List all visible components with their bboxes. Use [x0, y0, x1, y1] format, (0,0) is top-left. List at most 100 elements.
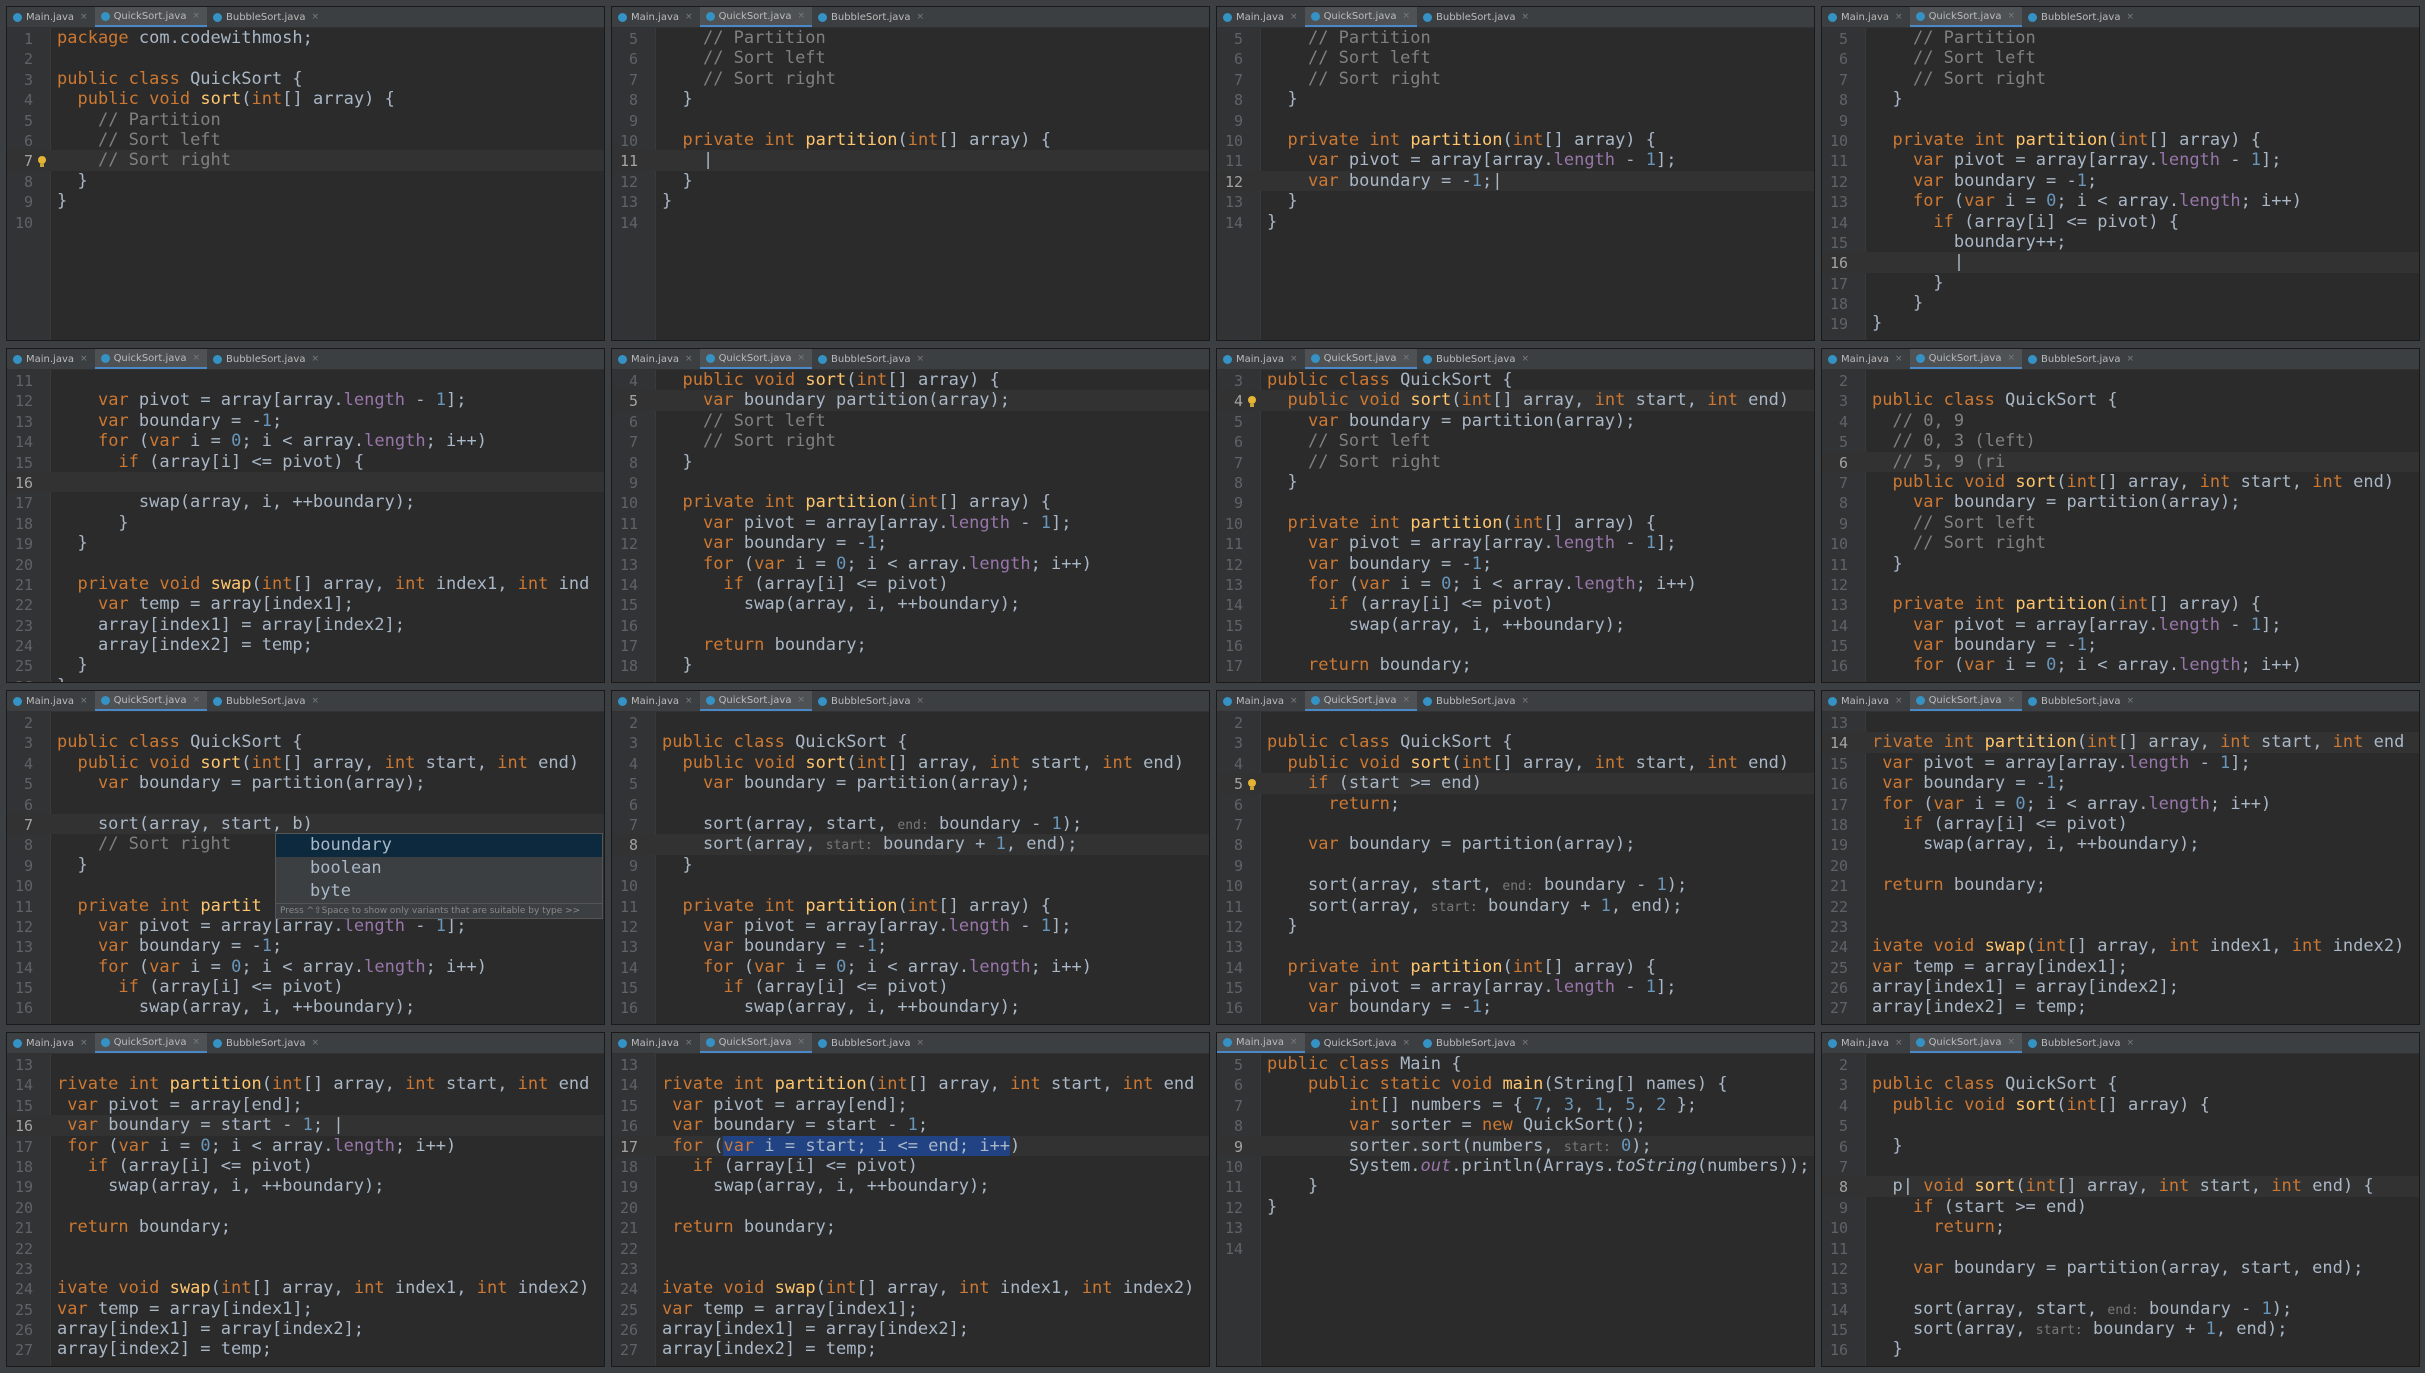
- close-icon[interactable]: ×: [1402, 11, 1410, 21]
- tab-bubblesort[interactable]: BubbleSort.java ×: [2022, 7, 2141, 27]
- close-icon[interactable]: ×: [2007, 695, 2015, 705]
- code-line[interactable]: 17 for (var i = 0; i < array.length; i++…: [7, 1136, 604, 1156]
- code-line[interactable]: 19 }: [7, 533, 604, 553]
- code-line[interactable]: 5 // 0, 3 (left): [1822, 431, 2419, 451]
- tab-main[interactable]: Main.java ×: [7, 691, 95, 711]
- code-line[interactable]: 14 for (var i = 0; i < array.length; i++…: [7, 957, 604, 977]
- code-line[interactable]: 5 var boundary partition(array);: [612, 390, 1209, 411]
- code-line[interactable]: 11 var pivot = array[array.length - 1];: [1822, 150, 2419, 170]
- code-line[interactable]: 21 return boundary;: [612, 1217, 1209, 1237]
- close-icon[interactable]: ×: [192, 1037, 200, 1047]
- close-icon[interactable]: ×: [2126, 12, 2134, 22]
- code-line[interactable]: 6 // Sort left: [1217, 48, 1814, 68]
- code-line[interactable]: 23: [1822, 916, 2419, 936]
- code-editor[interactable]: 4 public void sort(int[] array) {5 var b…: [612, 370, 1209, 682]
- code-line[interactable]: 7 // Sort right: [1217, 69, 1814, 89]
- tab-bubblesort[interactable]: BubbleSort.java ×: [2022, 691, 2141, 711]
- tab-quicksort[interactable]: QuickSort.java ×: [1909, 1033, 2023, 1053]
- code-line[interactable]: 3 public class QuickSort {: [7, 732, 604, 752]
- autocomplete-item[interactable]: boolean: [276, 857, 602, 880]
- close-icon[interactable]: ×: [685, 354, 693, 364]
- tab-bubblesort[interactable]: BubbleSort.java ×: [812, 1033, 931, 1053]
- code-line[interactable]: 11 var pivot = array[array.length - 1];: [1217, 150, 1814, 170]
- code-line[interactable]: 4 public void sort(int[] array) {: [612, 370, 1209, 390]
- close-icon[interactable]: ×: [2007, 1037, 2015, 1047]
- code-line[interactable]: 12 var pivot = array[array.length - 1];: [612, 916, 1209, 936]
- code-line[interactable]: 5 var boundary = partition(array);: [612, 773, 1209, 793]
- code-line[interactable]: 15 var pivot = array[array.length - 1];: [1822, 753, 2419, 773]
- code-line[interactable]: 7: [1822, 1156, 2419, 1176]
- code-line[interactable]: 16 var boundary = start - 1;: [612, 1115, 1209, 1135]
- code-line[interactable]: 8 }: [7, 171, 604, 191]
- code-line[interactable]: 5 var boundary = partition(array);: [7, 773, 604, 793]
- code-line[interactable]: 9 // Sort left: [1822, 513, 2419, 533]
- code-line[interactable]: 15 if (array[i] <= pivot) {: [7, 452, 604, 472]
- close-icon[interactable]: ×: [80, 354, 88, 364]
- close-icon[interactable]: ×: [311, 696, 319, 706]
- code-line[interactable]: 11 }: [1217, 1176, 1814, 1196]
- code-line[interactable]: 8 sort(array, start: boundary + 1, end);: [612, 834, 1209, 855]
- tab-quicksort[interactable]: QuickSort.java ×: [1305, 1033, 1417, 1053]
- tab-quicksort[interactable]: QuickSort.java ×: [1304, 691, 1418, 711]
- code-line[interactable]: 18 if (array[i] <= pivot): [1822, 814, 2419, 834]
- code-line[interactable]: 7 int[] numbers = { 7, 3, 1, 5, 2 };: [1217, 1095, 1814, 1115]
- code-line[interactable]: 9: [1822, 110, 2419, 130]
- tab-bubblesort[interactable]: BubbleSort.java ×: [1417, 691, 1536, 711]
- tab-main[interactable]: Main.java ×: [7, 349, 95, 369]
- tab-main[interactable]: Main.java ×: [1822, 1033, 1910, 1053]
- close-icon[interactable]: ×: [311, 1038, 319, 1048]
- code-line[interactable]: 27 array[index2] = temp;: [7, 1339, 604, 1359]
- code-line[interactable]: 10 // Sort right: [1822, 533, 2419, 553]
- code-line[interactable]: 18 if (array[i] <= pivot): [612, 1156, 1209, 1176]
- code-line[interactable]: 22: [612, 1238, 1209, 1258]
- lightbulb-icon[interactable]: [1247, 776, 1257, 791]
- code-line[interactable]: 15 var pivot = array[array.length - 1];: [1217, 977, 1814, 997]
- code-line[interactable]: 4 public void sort(int[] array, int star…: [1217, 753, 1814, 773]
- code-line[interactable]: 9: [1217, 492, 1814, 512]
- code-line[interactable]: 25 var temp = array[index1];: [612, 1299, 1209, 1319]
- code-line[interactable]: 16 swap(array, i, ++boundary);: [7, 997, 604, 1017]
- code-line[interactable]: 3 public class QuickSort {: [1217, 732, 1814, 752]
- code-line[interactable]: 11 var pivot = array[array.length - 1];: [612, 513, 1209, 533]
- close-icon[interactable]: ×: [80, 696, 88, 706]
- code-line[interactable]: 27 array[index2] = temp;: [612, 1339, 1209, 1359]
- code-line[interactable]: 6 // Sort left: [1217, 431, 1814, 451]
- code-line[interactable]: 19 swap(array, i, ++boundary);: [612, 1176, 1209, 1196]
- code-line[interactable]: 16 |: [1822, 252, 2419, 273]
- code-line[interactable]: 12 var boundary = partition(array, start…: [1822, 1258, 2419, 1278]
- close-icon[interactable]: ×: [1895, 1038, 1903, 1048]
- code-line[interactable]: 8 p| void sort(int[] array, int start, i…: [1822, 1176, 2419, 1197]
- code-line[interactable]: 7 public void sort(int[] array, int star…: [1822, 472, 2419, 492]
- tab-main[interactable]: Main.java ×: [1822, 691, 1910, 711]
- code-line[interactable]: 2: [7, 48, 604, 68]
- code-line[interactable]: 4 public void sort(int[] array, int star…: [1217, 390, 1814, 411]
- code-line[interactable]: 15 if (array[i] <= pivot): [612, 977, 1209, 997]
- tab-bubblesort[interactable]: BubbleSort.java ×: [2022, 349, 2141, 369]
- tab-bubblesort[interactable]: BubbleSort.java ×: [1417, 7, 1536, 27]
- code-line[interactable]: 22: [1822, 896, 2419, 916]
- code-line[interactable]: 9 if (start >= end): [1822, 1197, 2419, 1217]
- tab-main[interactable]: Main.java ×: [1822, 349, 1910, 369]
- code-line[interactable]: 19 swap(array, i, ++boundary);: [1822, 834, 2419, 854]
- code-line[interactable]: 23: [612, 1258, 1209, 1278]
- code-line[interactable]: 13 var boundary = -1;: [7, 936, 604, 956]
- code-line[interactable]: 11 private int partition(int[] array) {: [612, 896, 1209, 916]
- code-line[interactable]: 15 boundary++;: [1822, 232, 2419, 252]
- tab-quicksort[interactable]: QuickSort.java ×: [699, 1033, 813, 1053]
- code-line[interactable]: 6 public static void main(String[] names…: [1217, 1074, 1814, 1094]
- code-editor[interactable]: 2 3 public class QuickSort {4 public void …: [1822, 1054, 2419, 1366]
- tab-quicksort[interactable]: QuickSort.java ×: [1304, 7, 1418, 27]
- tab-quicksort[interactable]: QuickSort.java ×: [699, 349, 813, 369]
- code-line[interactable]: 8 var sorter = new QuickSort();: [1217, 1115, 1814, 1135]
- code-line[interactable]: 26}: [7, 676, 604, 682]
- close-icon[interactable]: ×: [80, 12, 88, 22]
- code-line[interactable]: 22: [7, 1238, 604, 1258]
- code-line[interactable]: 5 public class Main {: [1217, 1054, 1814, 1074]
- code-line[interactable]: 13: [1217, 936, 1814, 956]
- code-line[interactable]: 10 private int partition(int[] array) {: [612, 492, 1209, 512]
- code-line[interactable]: 8 }: [1217, 472, 1814, 492]
- code-editor[interactable]: 13 14 rivate int partition(int[] array, in…: [612, 1054, 1209, 1366]
- code-line[interactable]: 11 }: [1822, 554, 2419, 574]
- code-line[interactable]: 14 var pivot = array[array.length - 1];: [1822, 615, 2419, 635]
- close-icon[interactable]: ×: [1521, 696, 1529, 706]
